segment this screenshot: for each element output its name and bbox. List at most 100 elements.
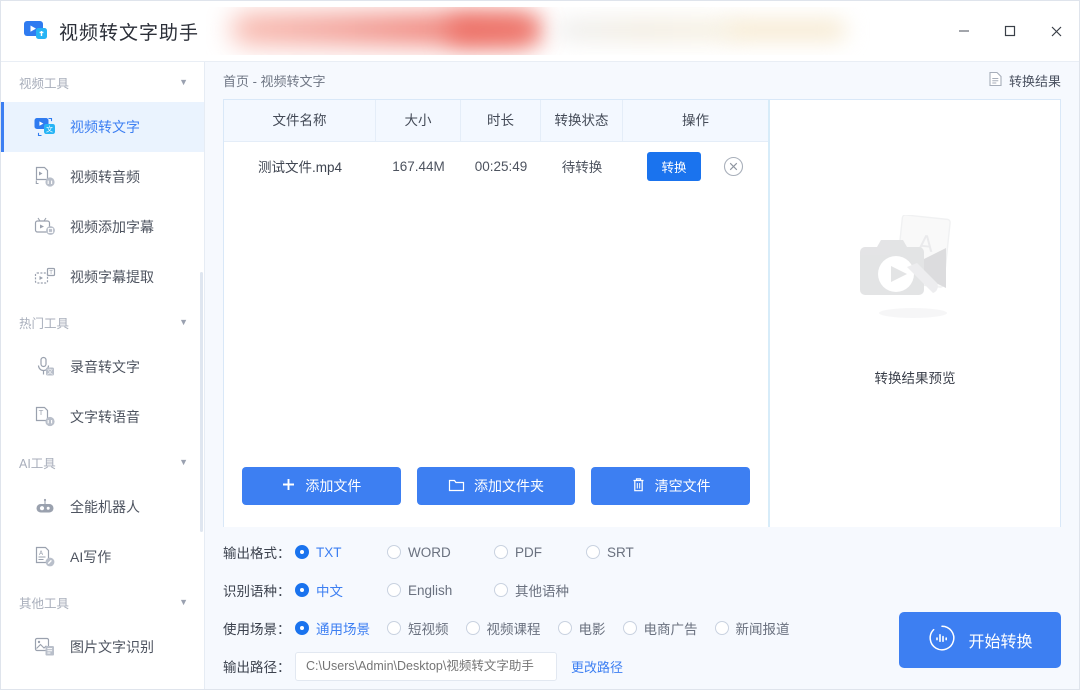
sidebar-item-ai-writing[interactable]: A AI写作 (1, 532, 204, 582)
folder-icon (448, 477, 465, 495)
radio-dot-icon (387, 621, 401, 635)
radio-format-srt[interactable]: SRT (586, 545, 634, 560)
promo-blur-shape-4 (726, 20, 846, 40)
radio-dot-icon (387, 545, 401, 559)
column-header-action: 操作 (682, 112, 709, 128)
sidebar-item-label: 视频字幕提取 (70, 269, 154, 285)
sidebar-item-label: 全能机器人 (70, 499, 140, 515)
radio-label: 电商广告 (643, 622, 698, 637)
document-icon (988, 71, 1003, 90)
start-conversion-label: 开始转换 (968, 634, 1033, 651)
robot-icon (33, 495, 57, 519)
scenario-label: 使用场景： (223, 622, 291, 637)
sidebar-group-hot-tools[interactable]: 热门工具 ▼ (1, 302, 204, 342)
promo-banner-blurred (206, 7, 926, 55)
clear-files-button[interactable]: 清空文件 (591, 467, 751, 505)
sidebar-item-label: 录音转文字 (70, 359, 140, 375)
sidebar-item-video-to-audio[interactable]: 视频转音频 (1, 152, 204, 202)
title-bar: 视频转文字助手 (1, 1, 1079, 62)
svg-text:T: T (38, 409, 44, 417)
radio-label: 新闻报道 (735, 622, 790, 637)
ai-writing-icon: A (33, 545, 57, 569)
sidebar-item-image-ocr[interactable]: 图片文字识别 (1, 622, 204, 672)
minimize-button[interactable] (941, 1, 987, 61)
video-add-subtitle-icon (33, 215, 57, 239)
radio-dot-icon (295, 545, 309, 559)
radio-format-txt[interactable]: TXT (295, 545, 387, 560)
radio-dot-icon (622, 621, 637, 635)
brand: 视频转文字助手 (1, 18, 199, 45)
add-folder-button[interactable]: 添加文件夹 (416, 467, 576, 505)
radio-scenario-short-video[interactable]: 短视频 (387, 618, 449, 638)
radio-format-word[interactable]: WORD (387, 545, 494, 560)
video-to-text-logo-icon (23, 18, 50, 44)
output-format-row: 输出格式： TXT WORD PDF SRT (223, 537, 1061, 567)
sidebar-scrollbar[interactable] (200, 272, 203, 532)
text-to-speech-icon: T (33, 405, 57, 429)
sidebar-item-label: AI写作 (70, 549, 112, 565)
radio-label: 通用场景 (316, 622, 370, 637)
radio-label: 视频课程 (486, 622, 541, 637)
svg-text:T: T (48, 270, 53, 276)
radio-scenario-news[interactable]: 新闻报道 (714, 618, 790, 638)
radio-label: SRT (607, 544, 634, 560)
change-path-link[interactable]: 更改路径 (571, 657, 623, 676)
column-header-duration: 时长 (461, 99, 541, 142)
conversion-result-label: 转换结果 (1008, 74, 1061, 89)
sidebar-group-label: 视频工具 (19, 76, 70, 91)
video-subtitle-extract-icon: T (33, 265, 57, 289)
column-header-filename: 文件名称 (224, 99, 376, 142)
sidebar-item-video-to-text[interactable]: 文 视频转文字 (1, 102, 204, 152)
file-table-body: 测试文件.mp4 167.44M 00:25:49 待转换 转换 (224, 142, 768, 467)
chevron-down-icon: ▼ (179, 77, 188, 87)
radio-scenario-general[interactable]: 通用场景 (295, 618, 370, 638)
table-row[interactable]: 测试文件.mp4 167.44M 00:25:49 待转换 转换 (224, 142, 768, 190)
sidebar-item-text-to-speech[interactable]: T 文字转语音 (1, 392, 204, 442)
column-header-status: 转换状态 (541, 99, 623, 142)
promo-blur-shape-2 (446, 17, 541, 43)
add-file-button[interactable]: 添加文件 (242, 467, 401, 505)
radio-format-pdf[interactable]: PDF (494, 545, 586, 560)
maximize-button[interactable] (987, 1, 1033, 61)
sidebar-group-ai-tools[interactable]: AI工具 ▼ (1, 442, 204, 482)
sidebar-item-robot[interactable]: 全能机器人 (1, 482, 204, 532)
radio-dot-icon (494, 583, 508, 597)
radio-language-other[interactable]: 其他语种 (494, 580, 569, 600)
options-area: 输出格式： TXT WORD PDF SRT 识别语种： 中文 English … (205, 527, 1079, 689)
promo-blur-shape-3 (556, 19, 736, 41)
output-path-input[interactable] (295, 651, 557, 681)
close-circle-icon[interactable] (723, 156, 744, 177)
image-ocr-icon (33, 635, 57, 659)
preview-placeholder: A 转换结果预览 (855, 214, 975, 387)
app-title: 视频转文字助手 (59, 22, 200, 44)
start-conversion-button[interactable]: 开始转换 (899, 612, 1061, 668)
plus-icon (281, 477, 296, 495)
sidebar-group-other-tools[interactable]: 其他工具 ▼ (1, 582, 204, 622)
add-folder-label: 添加文件夹 (474, 478, 544, 494)
close-button[interactable] (1033, 1, 1079, 61)
radio-scenario-ecommerce-ad[interactable]: 电商广告 (622, 618, 698, 638)
video-document-placeholder-icon: A (855, 214, 975, 345)
sidebar-item-label: 视频添加字幕 (70, 219, 154, 235)
sidebar-item-video-subtitle-extract[interactable]: T 视频字幕提取 (1, 252, 204, 302)
sidebar-group-video-tools[interactable]: 视频工具 ▼ (1, 62, 204, 102)
radio-dot-icon (586, 545, 600, 559)
breadcrumb-bar: 首页 - 视频转文字 转换结果 (205, 62, 1079, 99)
sidebar-item-audio-to-text[interactable]: 文 录音转文字 (1, 342, 204, 392)
radio-language-english[interactable]: English (387, 583, 494, 598)
conversion-result-link[interactable]: 转换结果 (988, 71, 1061, 90)
radio-dot-icon (387, 583, 401, 597)
radio-dot-icon (295, 583, 309, 597)
convert-row-button[interactable]: 转换 (647, 151, 701, 181)
sidebar-item-video-add-subtitle[interactable]: 视频添加字幕 (1, 202, 204, 252)
radio-scenario-movie[interactable]: 电影 (557, 618, 606, 638)
file-action-buttons: 添加文件 添加文件夹 清空文件 (224, 467, 768, 527)
content-area: 首页 - 视频转文字 转换结果 文件名称 大小 时长 转换状态 操作 测试文件.… (205, 62, 1079, 689)
radio-dot-icon (557, 621, 572, 635)
preview-panel: A 转换结果预览 (770, 100, 1060, 527)
radio-scenario-video-course[interactable]: 视频课程 (465, 618, 541, 638)
main-panels: 文件名称 大小 时长 转换状态 操作 测试文件.mp4 167.44M 00:2… (223, 99, 1061, 527)
radio-label: TXT (316, 544, 342, 560)
cell-filename: 测试文件.mp4 (257, 160, 342, 175)
radio-language-chinese[interactable]: 中文 (295, 580, 387, 600)
